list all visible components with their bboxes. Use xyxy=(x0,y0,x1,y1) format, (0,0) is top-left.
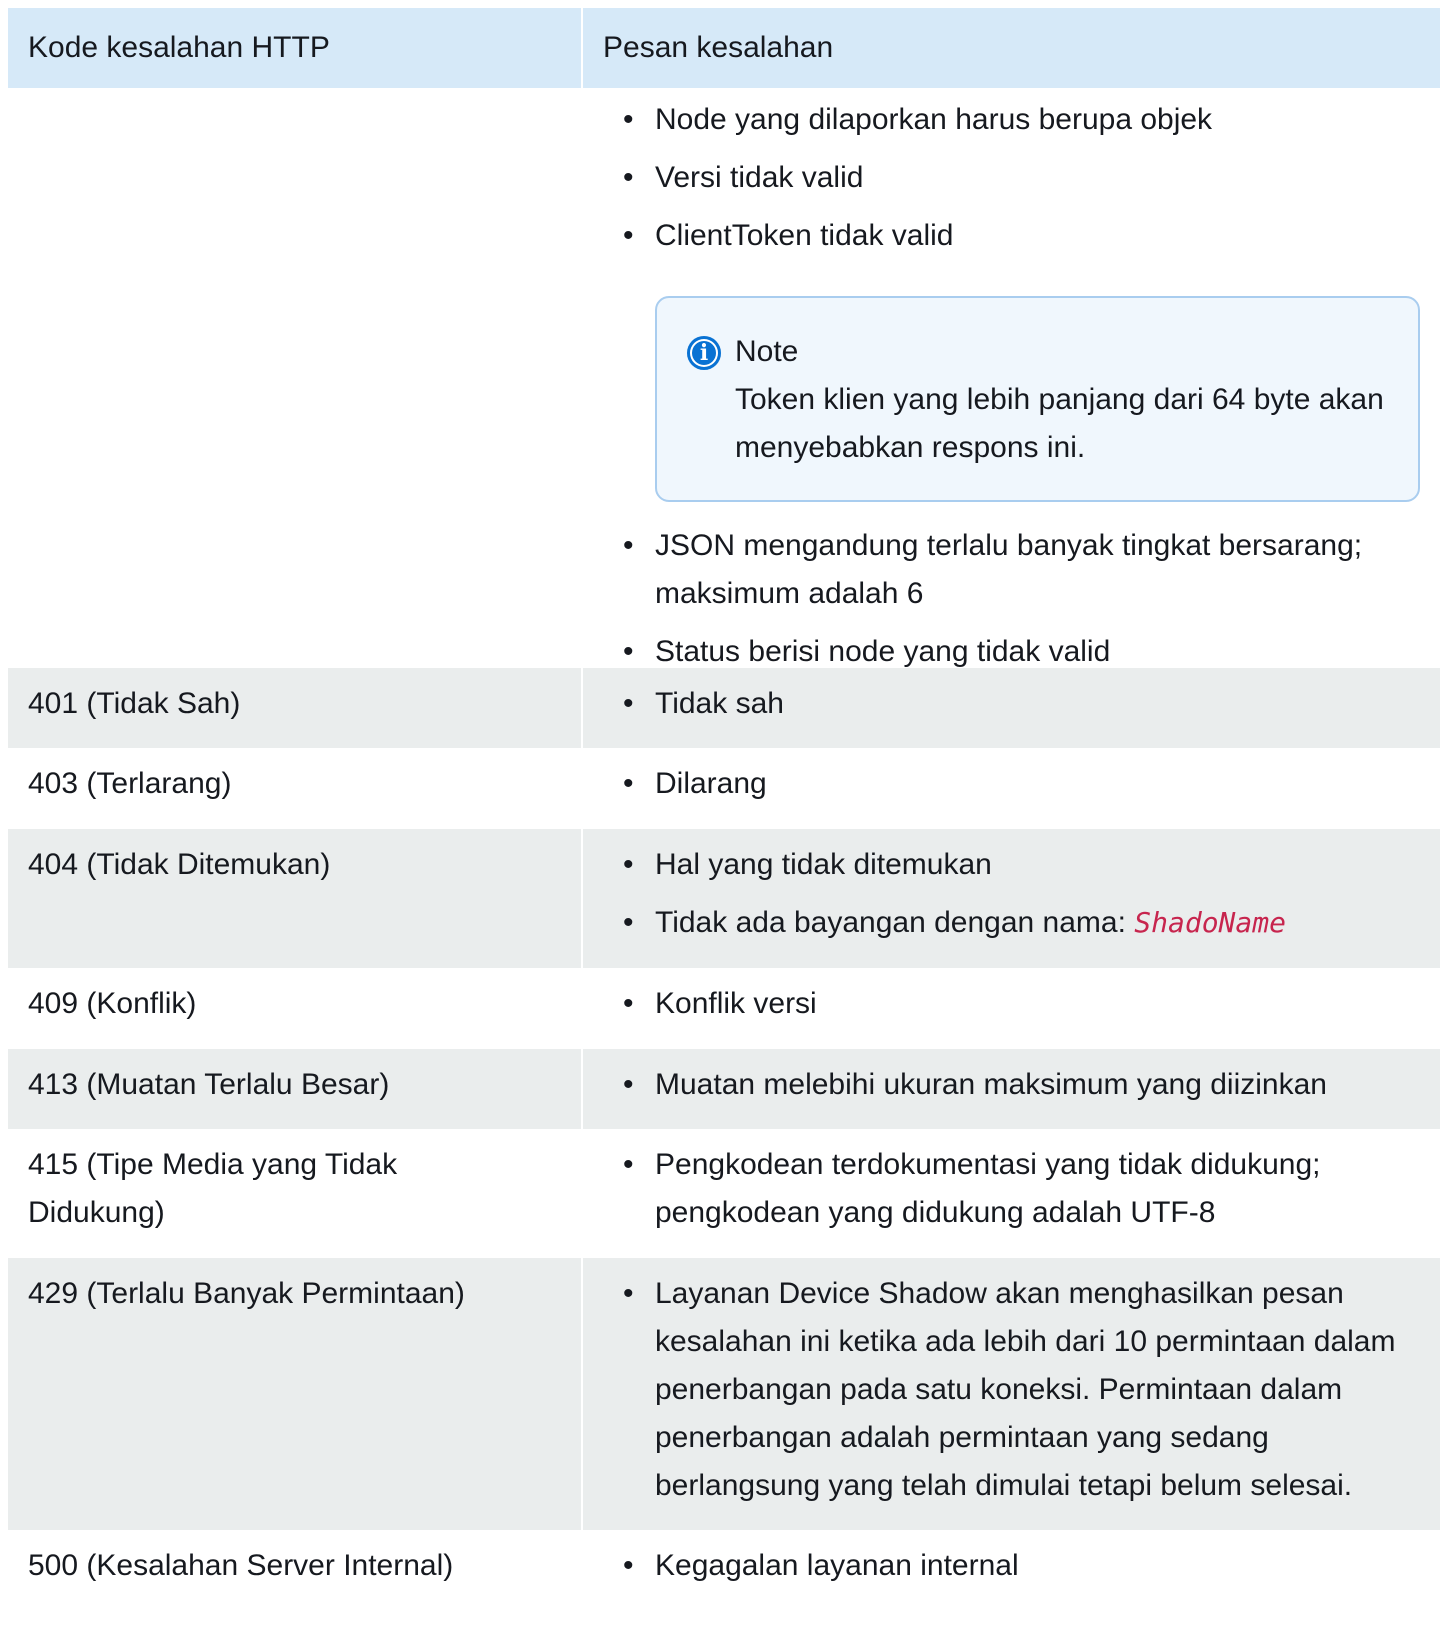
error-message-cell: Tidak sah xyxy=(583,668,1440,748)
error-message-cell: Kegagalan layanan internal xyxy=(583,1530,1440,1610)
header-code-column: Kode kesalahan HTTP xyxy=(8,8,583,88)
note-text: Token klien yang lebih panjang dari 64 b… xyxy=(735,383,1384,464)
message-list: Node yang dilaporkan harus berupa objek … xyxy=(603,96,1420,260)
error-code-cell: 429 (Terlalu Banyak Permintaan) xyxy=(8,1258,583,1530)
message-list: JSON mengandung terlalu banyak tingkat b… xyxy=(603,522,1420,676)
error-message-cell: Pengkodean terdokumentasi yang tidak did… xyxy=(583,1129,1440,1258)
message-list: Muatan melebihi ukuran maksimum yang dii… xyxy=(603,1061,1420,1109)
error-message-cell: Dilarang xyxy=(583,748,1440,829)
error-code-cell: 415 (Tipe Media yang Tidak Didukung) xyxy=(8,1129,583,1258)
shadow-message-text: Tidak ada bayangan dengan nama: xyxy=(655,906,1135,939)
note-title: Note xyxy=(735,335,799,368)
table-row: 415 (Tipe Media yang Tidak Didukung) Pen… xyxy=(8,1129,1440,1258)
list-item: Konflik versi xyxy=(623,980,1420,1028)
error-message-cell: Konflik versi xyxy=(583,968,1440,1049)
table-row: Node yang dilaporkan harus berupa objek … xyxy=(8,88,1440,676)
list-item: Kegagalan layanan internal xyxy=(623,1542,1420,1590)
error-code-cell: 401 (Tidak Sah) xyxy=(8,668,583,748)
message-list: Dilarang xyxy=(603,760,1420,808)
error-code-cell: 404 (Tidak Ditemukan) xyxy=(8,829,583,968)
error-message-cell: Node yang dilaporkan harus berupa objek … xyxy=(583,88,1440,676)
list-item: Versi tidak valid xyxy=(623,154,1420,202)
message-list: Tidak sah xyxy=(603,680,1420,728)
error-code-cell xyxy=(8,88,583,668)
info-icon: i xyxy=(687,336,721,370)
header-message-column: Pesan kesalahan xyxy=(603,31,834,64)
note-callout: i Note Token klien yang lebih panjang da… xyxy=(655,296,1420,502)
error-code-cell: 403 (Terlarang) xyxy=(8,748,583,829)
error-message-cell: Layanan Device Shadow akan menghasilkan … xyxy=(583,1258,1440,1530)
error-code-cell: 500 (Kesalahan Server Internal) xyxy=(8,1530,583,1610)
list-item: Tidak sah xyxy=(623,680,1420,728)
list-item: Layanan Device Shadow akan menghasilkan … xyxy=(623,1270,1420,1510)
error-message-cell: Muatan melebihi ukuran maksimum yang dii… xyxy=(583,1049,1440,1129)
list-item: Status berisi node yang tidak valid xyxy=(623,628,1420,676)
table-row: 413 (Muatan Terlalu Besar) Muatan melebi… xyxy=(8,1049,1440,1129)
message-list: Hal yang tidak ditemukan Tidak ada bayan… xyxy=(603,841,1420,947)
message-list: Pengkodean terdokumentasi yang tidak did… xyxy=(603,1141,1420,1237)
list-item: Tidak ada bayangan dengan nama: ShadoNam… xyxy=(623,899,1420,947)
list-item: Muatan melebihi ukuran maksimum yang dii… xyxy=(623,1061,1420,1109)
table-header: Kode kesalahan HTTP Pesan kesalahan xyxy=(8,8,1440,88)
shadow-name-variable: ShadoName xyxy=(1134,906,1286,939)
table-row: 401 (Tidak Sah) Tidak sah xyxy=(8,668,1440,748)
error-code-cell: 413 (Muatan Terlalu Besar) xyxy=(8,1049,583,1129)
error-codes-table: Kode kesalahan HTTP Pesan kesalahan Node… xyxy=(8,8,1440,1610)
table-row: 500 (Kesalahan Server Internal) Kegagala… xyxy=(8,1530,1440,1610)
message-list: Kegagalan layanan internal xyxy=(603,1542,1420,1590)
message-list: Layanan Device Shadow akan menghasilkan … xyxy=(603,1270,1420,1510)
table-row: 404 (Tidak Ditemukan) Hal yang tidak dit… xyxy=(8,829,1440,968)
message-list: Konflik versi xyxy=(603,980,1420,1028)
list-item: JSON mengandung terlalu banyak tingkat b… xyxy=(623,522,1420,618)
table-row: 409 (Konflik) Konflik versi xyxy=(8,968,1440,1049)
list-item: Hal yang tidak ditemukan xyxy=(623,841,1420,889)
list-item: Dilarang xyxy=(623,760,1420,808)
error-code-cell: 409 (Konflik) xyxy=(8,968,583,1049)
list-item: Pengkodean terdokumentasi yang tidak did… xyxy=(623,1141,1420,1237)
table-row: 429 (Terlalu Banyak Permintaan) Layanan … xyxy=(8,1258,1440,1530)
list-item: Node yang dilaporkan harus berupa objek xyxy=(623,96,1420,144)
list-item: ClientToken tidak valid xyxy=(623,212,1420,260)
error-message-cell: Hal yang tidak ditemukan Tidak ada bayan… xyxy=(583,829,1440,968)
table-row: 403 (Terlarang) Dilarang xyxy=(8,748,1440,829)
